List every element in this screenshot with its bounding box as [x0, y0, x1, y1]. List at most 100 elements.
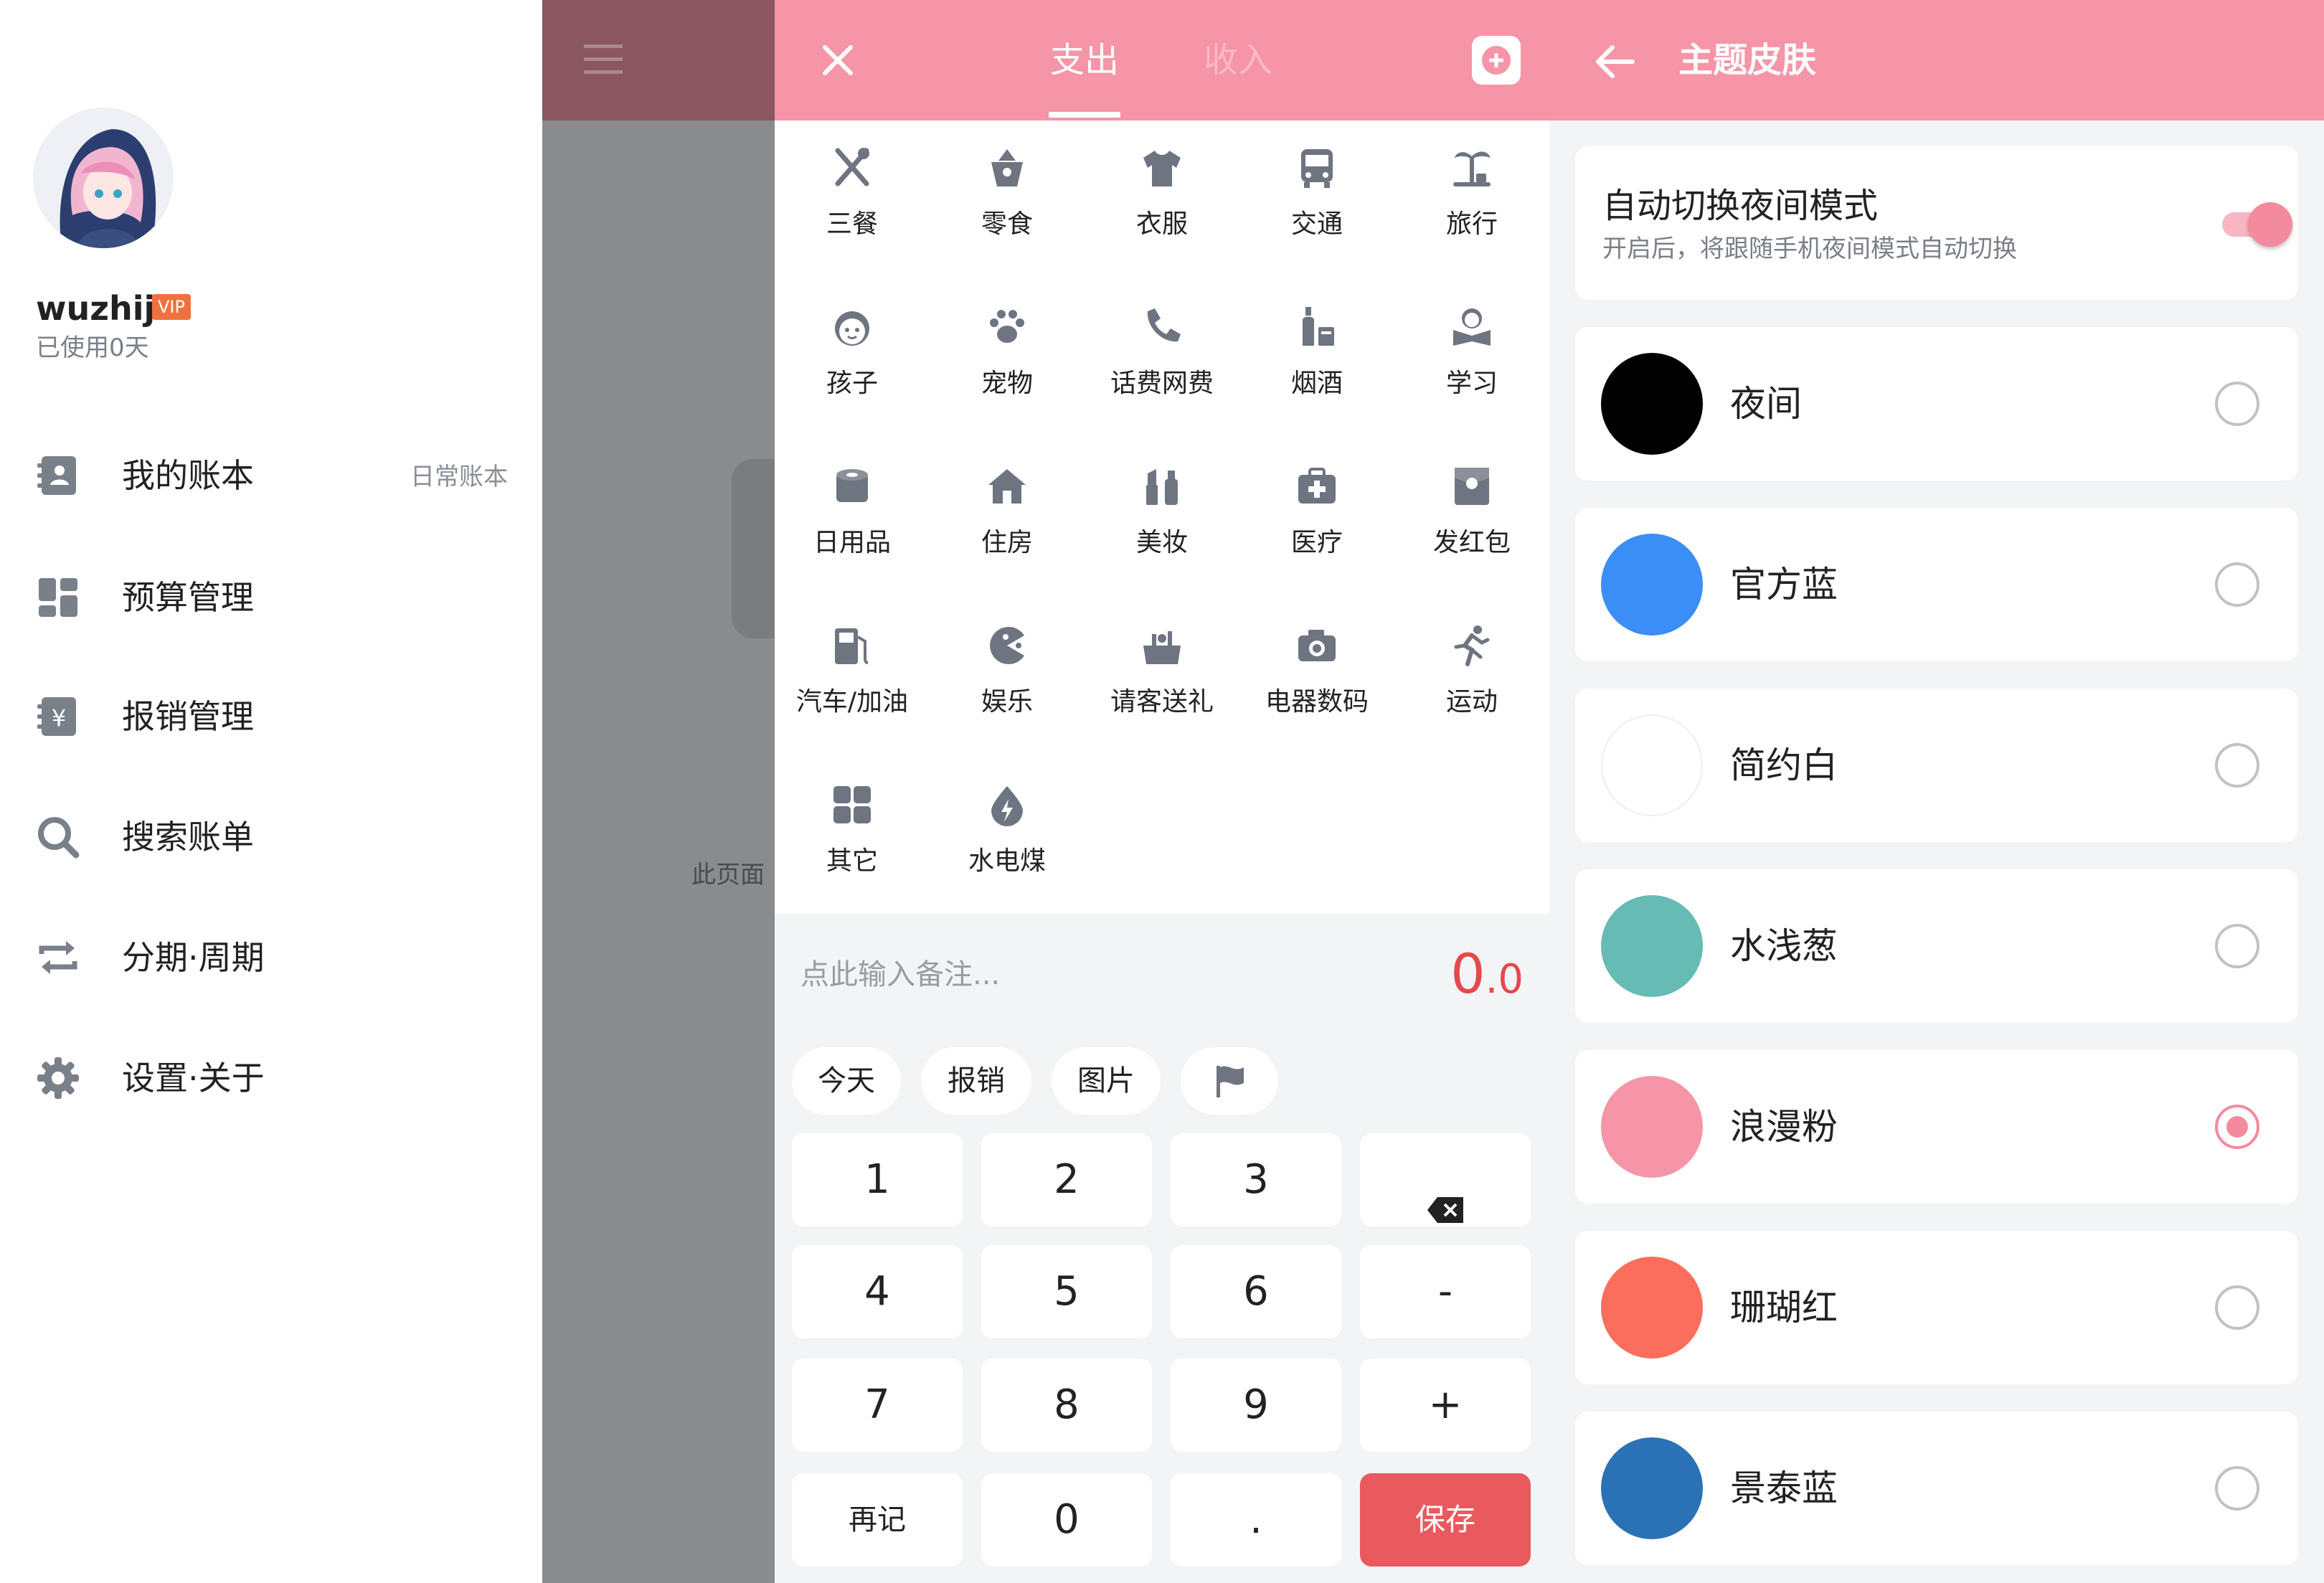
- radio-button[interactable]: [2215, 924, 2259, 968]
- theme-option-aqua[interactable]: 水浅葱: [1575, 869, 2298, 1023]
- phone-icon: [1140, 306, 1184, 349]
- note-row: 点此输入备注... 0.0: [775, 914, 1549, 1050]
- category-makeup[interactable]: 美妆: [1085, 439, 1239, 598]
- category-car-fuel[interactable]: 汽车/加油: [775, 598, 930, 757]
- auto-night-title: 自动切换夜间模式: [1602, 186, 1879, 226]
- menu-item-budget[interactable]: 预算管理: [0, 554, 542, 640]
- dimmed-background-page[interactable]: 此页面: [542, 0, 775, 1583]
- key-8[interactable]: 8: [981, 1358, 1152, 1452]
- backspace-key[interactable]: [1360, 1133, 1531, 1227]
- key-2[interactable]: 2: [981, 1133, 1152, 1227]
- navigation-drawer: wuzhij VIP 已使用0天 我的账本 日常账本 预算管理 ¥ 报销管理 搜…: [0, 0, 542, 1583]
- back-arrow-icon[interactable]: [1592, 39, 1638, 85]
- flag-chip[interactable]: [1181, 1047, 1278, 1115]
- date-chip[interactable]: 今天: [792, 1047, 901, 1115]
- current-ledger-name: 日常账本: [410, 463, 508, 491]
- radio-button[interactable]: [2215, 1105, 2259, 1149]
- radio-button[interactable]: [2215, 1466, 2259, 1511]
- category-entertainment[interactable]: 娱乐: [930, 598, 1085, 757]
- radio-button[interactable]: [2215, 382, 2259, 426]
- reimburse-chip[interactable]: 报销: [921, 1047, 1031, 1115]
- theme-header: 主题皮肤: [1549, 0, 2324, 121]
- category-phone-bills[interactable]: 话费网费: [1085, 280, 1239, 439]
- key-5[interactable]: 5: [981, 1245, 1152, 1338]
- note-input[interactable]: 点此输入备注...: [800, 955, 1000, 994]
- radio-button[interactable]: [2215, 562, 2259, 607]
- add-category-button[interactable]: [1472, 36, 1521, 85]
- add-record-header: 支出 收入: [775, 0, 1549, 121]
- category-housing[interactable]: 住房: [930, 439, 1085, 598]
- vip-badge: VIP: [152, 294, 191, 320]
- category-transport[interactable]: 交通: [1239, 121, 1394, 280]
- tab-indicator: [1049, 112, 1120, 118]
- category-meals[interactable]: 三餐: [775, 121, 930, 280]
- radio-button[interactable]: [2215, 1285, 2259, 1330]
- tissue-roll-icon: [831, 465, 874, 508]
- menu-label: 我的账本: [122, 456, 254, 495]
- child-face-icon: [831, 306, 874, 349]
- category-study[interactable]: 学习: [1394, 280, 1549, 439]
- category-electronics[interactable]: 电器数码: [1239, 598, 1394, 757]
- key-7[interactable]: 7: [792, 1358, 963, 1452]
- gear-icon: [36, 1056, 80, 1100]
- category-medical[interactable]: 医疗: [1239, 439, 1394, 598]
- key-6[interactable]: 6: [1171, 1245, 1341, 1338]
- key-3[interactable]: 3: [1171, 1133, 1341, 1227]
- medical-kit-icon: [1295, 465, 1338, 508]
- key-dot[interactable]: .: [1171, 1473, 1341, 1567]
- svg-text:¥: ¥: [52, 704, 66, 732]
- key-plus[interactable]: +: [1360, 1358, 1531, 1452]
- menu-label: 分期·周期: [122, 938, 265, 977]
- yen-notebook-icon: ¥: [36, 694, 80, 739]
- category-daily-goods[interactable]: 日用品: [775, 439, 930, 598]
- category-sports[interactable]: 运动: [1394, 598, 1549, 757]
- category-utilities[interactable]: 水电煤: [930, 757, 1085, 917]
- category-travel[interactable]: 旅行: [1394, 121, 1549, 280]
- category-clothes[interactable]: 衣服: [1085, 121, 1239, 280]
- category-treats-gifts[interactable]: 请客送礼: [1085, 598, 1239, 757]
- tshirt-icon: [1140, 146, 1184, 189]
- auto-night-mode-card: 自动切换夜间模式 开启后，将跟随手机夜间模式自动切换: [1575, 146, 2298, 300]
- tab-expense[interactable]: 支出: [1050, 37, 1119, 83]
- image-chip[interactable]: 图片: [1052, 1047, 1161, 1115]
- menu-label: 设置·关于: [122, 1059, 265, 1097]
- key-4[interactable]: 4: [792, 1245, 963, 1338]
- fuel-pump-icon: [831, 624, 874, 667]
- record-again-key[interactable]: 再记: [792, 1473, 963, 1567]
- menu-item-installments[interactable]: 分期·周期: [0, 914, 542, 1000]
- menu-item-search[interactable]: 搜索账单: [0, 793, 542, 879]
- theme-option-official-blue[interactable]: 官方蓝: [1575, 508, 2298, 661]
- close-icon[interactable]: [815, 37, 861, 83]
- theme-name: 夜间: [1730, 383, 1802, 425]
- key-minus[interactable]: -: [1360, 1245, 1531, 1338]
- category-tobacco-alcohol[interactable]: 烟酒: [1239, 280, 1394, 439]
- radio-button[interactable]: [2215, 743, 2259, 788]
- theme-option-coral-red[interactable]: 珊瑚红: [1575, 1231, 2298, 1384]
- category-pets[interactable]: 宠物: [930, 280, 1085, 439]
- key-1[interactable]: 1: [792, 1133, 963, 1227]
- category-kids[interactable]: 孩子: [775, 280, 930, 439]
- tab-income[interactable]: 收入: [1204, 37, 1272, 83]
- theme-option-simple-white[interactable]: 简约白: [1575, 689, 2298, 842]
- theme-option-romantic-pink[interactable]: 浪漫粉: [1575, 1050, 2298, 1204]
- contacts-book-icon: [36, 453, 80, 498]
- key-0[interactable]: 0: [981, 1473, 1152, 1567]
- menu-item-reimbursement[interactable]: ¥ 报销管理: [0, 673, 542, 759]
- auto-night-subtitle: 开启后，将跟随手机夜间模式自动切换: [1602, 235, 2017, 263]
- category-other[interactable]: 其它: [775, 757, 930, 917]
- menu-item-my-ledger[interactable]: 我的账本 日常账本: [0, 432, 542, 518]
- dimmed-page-text: 此页面: [691, 861, 765, 889]
- category-red-envelope[interactable]: 发红包: [1394, 439, 1549, 598]
- backspace-icon: [1426, 1165, 1465, 1223]
- theme-name: 简约白: [1730, 745, 1838, 786]
- theme-option-cloisonne-blue[interactable]: 景泰蓝: [1575, 1412, 2298, 1565]
- category-snacks[interactable]: 零食: [930, 121, 1085, 280]
- avatar[interactable]: [33, 108, 174, 248]
- menu-item-settings[interactable]: 设置·关于: [0, 1034, 542, 1120]
- category-grid: 三餐 零食 衣服 交通 旅行 孩子 宠物 话费网费 烟酒 学习 日用品 住房 美…: [775, 121, 1549, 914]
- theme-option-night[interactable]: 夜间: [1575, 327, 2298, 481]
- save-button[interactable]: 保存: [1360, 1473, 1531, 1567]
- key-9[interactable]: 9: [1171, 1358, 1341, 1452]
- hamburger-menu-icon: [582, 42, 625, 77]
- auto-night-toggle[interactable]: [2222, 202, 2292, 247]
